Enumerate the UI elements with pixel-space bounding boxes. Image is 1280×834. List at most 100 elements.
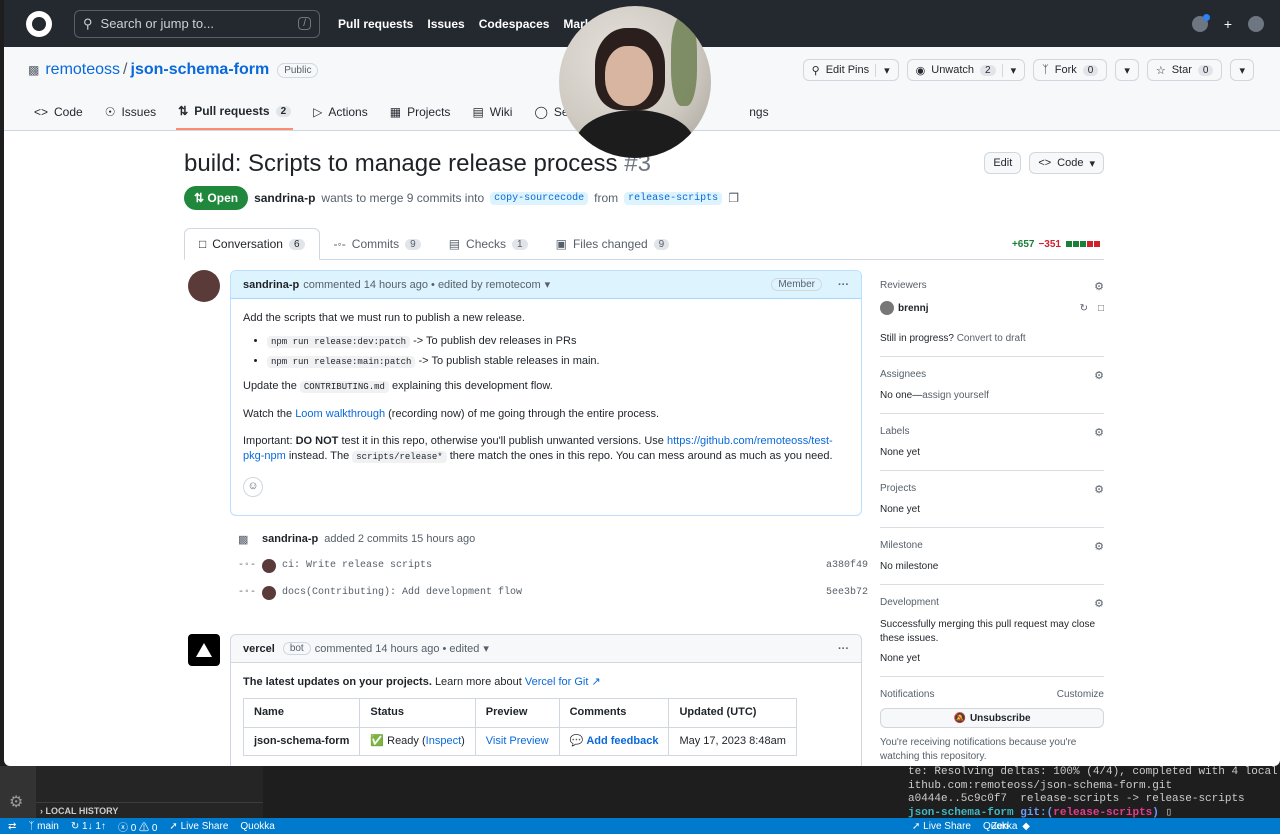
projects-section: Projects ⚙ None yet [880, 483, 1104, 528]
chevron-down-icon: ▾ [1089, 157, 1095, 170]
chevron-down-icon[interactable]: ▾ [545, 278, 551, 291]
local-history-section[interactable]: › LOCAL HISTORY [36, 802, 263, 818]
merge-text: wants to merge 9 commits into [321, 191, 485, 205]
copy-icon[interactable]: ❐ [728, 191, 739, 205]
nav-issues[interactable]: Issues [427, 17, 464, 31]
branch-status[interactable]: ᛉ main [28, 821, 58, 832]
chevron-down-icon[interactable]: ▾ [483, 642, 489, 655]
quokka-status[interactable]: Quokka [240, 821, 274, 832]
remote-icon[interactable]: ⇄ [8, 821, 16, 832]
pull-request-icon: ⇅ [194, 191, 205, 205]
commit-sha[interactable]: 5ee3b72 [826, 587, 868, 598]
gear-icon[interactable]: ⚙ [1094, 426, 1104, 439]
avatar[interactable] [188, 270, 220, 302]
star-dropdown-button[interactable]: ▾ [1230, 59, 1254, 81]
edit-pins-button[interactable]: ⚲ Edit Pins ▾ [802, 59, 899, 81]
gear-icon[interactable]: ⚙ [1094, 597, 1104, 610]
tab-wiki[interactable]: ▤ Wiki [470, 104, 514, 130]
pr-tabs: □ Conversation 6 -◦- Commits 9 ▤ Checks 1 ▣ Fil… [184, 228, 1104, 260]
avatar[interactable] [262, 558, 277, 573]
live-share-icon: ➚ [169, 820, 178, 832]
notifications-icon[interactable] [1191, 13, 1210, 32]
unwatch-button[interactable]: ◉ Unwatch 2 ▾ [906, 59, 1026, 81]
comment-meta[interactable]: commented 14 hours ago • edited [315, 643, 480, 655]
reviewer-name[interactable]: brennj [898, 303, 929, 314]
avatar[interactable] [262, 585, 277, 600]
unsubscribe-button[interactable]: 🔕 Unsubscribe [880, 708, 1104, 728]
comment-body: The latest updates on your projects. Lea… [231, 663, 861, 766]
assign-yourself-link[interactable]: assign yourself [922, 390, 989, 401]
vercel-avatar[interactable] [188, 634, 220, 666]
sync-status[interactable]: ↻ 1↓ 1↑ [71, 821, 106, 832]
fork-dropdown-button[interactable]: ▾ [1115, 59, 1139, 81]
search-input[interactable]: ⚲ Search or jump to... / [74, 9, 320, 38]
convert-to-draft-link[interactable]: Convert to draft [957, 333, 1026, 344]
deployment-table: Name Status Preview Comments Updated (UT… [242, 698, 797, 757]
timeline: ▩ sandrina-p added 2 commits 15 hours ag… [238, 526, 868, 606]
problems-status[interactable]: ⓧ 0 ⚠ 0 [118, 819, 157, 834]
vercel-comment: vercel bot commented 14 hours ago • edit… [230, 634, 862, 766]
live-share-status-2[interactable]: ➚ Live Share [912, 821, 971, 832]
check-icon: ✅ [370, 734, 385, 747]
terminal[interactable]: te: Resolving deltas: 100% (4/4), comple… [906, 766, 1280, 818]
repo-owner-link[interactable]: remoteoss [45, 61, 120, 79]
avatar[interactable] [880, 301, 894, 315]
vercel-for-git-link[interactable]: Vercel for Git ↗ [525, 676, 601, 688]
comment-author[interactable]: sandrina-p [243, 279, 299, 291]
user-avatar[interactable] [1248, 15, 1264, 32]
comment-author[interactable]: vercel [243, 643, 275, 655]
add-feedback-link[interactable]: Add feedback [586, 735, 658, 747]
tab-issues[interactable]: ☉ Issues [103, 104, 158, 130]
nav-codespaces[interactable]: Codespaces [479, 17, 550, 31]
loom-link[interactable]: Loom walkthrough [295, 408, 385, 420]
tab-checks[interactable]: ▤ Checks 1 [435, 237, 542, 259]
code-dropdown-button[interactable]: <> Code ▾ [1029, 152, 1104, 174]
more-options-icon[interactable]: ··· [838, 279, 849, 291]
add-reaction-icon[interactable]: ☺ [243, 476, 263, 497]
pr-author-link[interactable]: sandrina-p [254, 191, 315, 205]
nav-pull-requests[interactable]: Pull requests [338, 17, 413, 31]
github-logo-icon[interactable] [26, 10, 52, 37]
visibility-badge: Public [277, 62, 319, 78]
settings-gear-icon[interactable]: ⚙ [9, 792, 23, 812]
comment-paragraph: Important: DO NOT test it in this repo, … [243, 434, 833, 464]
customize-link[interactable]: Customize [1057, 689, 1104, 700]
head-branch[interactable]: release-scripts [624, 191, 723, 205]
gear-icon[interactable]: ⚙ [1094, 369, 1104, 382]
inspect-link[interactable]: Inspect [426, 735, 461, 747]
edit-title-button[interactable]: Edit [984, 152, 1022, 174]
gear-icon[interactable]: ⚙ [1094, 540, 1104, 553]
table-row: json-schema-form ✅ Ready (Inspect) Visit… [242, 726, 797, 757]
tab-pull-requests[interactable]: ⇅ Pull requests 2 [176, 104, 294, 130]
gear-icon[interactable]: ⚙ [1094, 483, 1104, 496]
additions-count: +657 [1011, 239, 1035, 250]
quokka-status-2[interactable]: Quokka [983, 821, 1017, 832]
tab-settings[interactable]: ngs [747, 104, 770, 130]
tab-projects[interactable]: ▦ Projects [388, 104, 453, 130]
tab-conversation[interactable]: □ Conversation 6 [184, 228, 320, 260]
visit-preview-link[interactable]: Visit Preview [486, 735, 549, 747]
commit-message[interactable]: ci: Write release scripts [282, 560, 432, 571]
tab-files-changed[interactable]: ▣ Files changed 9 [542, 237, 684, 259]
pull-request-icon: ⇅ [178, 104, 189, 118]
create-new-button[interactable]: + [1224, 16, 1232, 32]
eye-icon: ◉ [915, 64, 926, 77]
sync-icon: ↻ [70, 820, 80, 832]
live-share-status[interactable]: ➚ Live Share [169, 821, 228, 832]
tab-commits[interactable]: -◦- Commits 9 [320, 237, 435, 259]
fork-button[interactable]: ᛉ Fork 0 [1033, 59, 1108, 81]
commit-sha[interactable]: a380f49 [826, 560, 868, 571]
tab-code[interactable]: <> Code [32, 104, 85, 130]
gear-icon[interactable]: ⚙ [1094, 280, 1104, 293]
comment-meta[interactable]: commented 14 hours ago • edited by remot… [303, 279, 540, 291]
star-button[interactable]: ☆ Star 0 [1146, 59, 1223, 81]
tab-actions[interactable]: ▷ Actions [311, 104, 370, 130]
event-author[interactable]: sandrina-p [262, 533, 318, 545]
pr-meta: ⇅ Open sandrina-p wants to merge 9 commi… [184, 186, 1104, 210]
bell-icon[interactable]: ◆ [1022, 821, 1030, 832]
base-branch[interactable]: copy-sourcecode [490, 191, 589, 205]
more-options-icon[interactable]: ··· [838, 643, 849, 655]
commit-message[interactable]: docs(Contributing): Add development flow [282, 587, 522, 598]
repo-name-link[interactable]: json-schema-form [131, 61, 270, 79]
re-request-icon[interactable]: ↻ [1080, 303, 1088, 314]
